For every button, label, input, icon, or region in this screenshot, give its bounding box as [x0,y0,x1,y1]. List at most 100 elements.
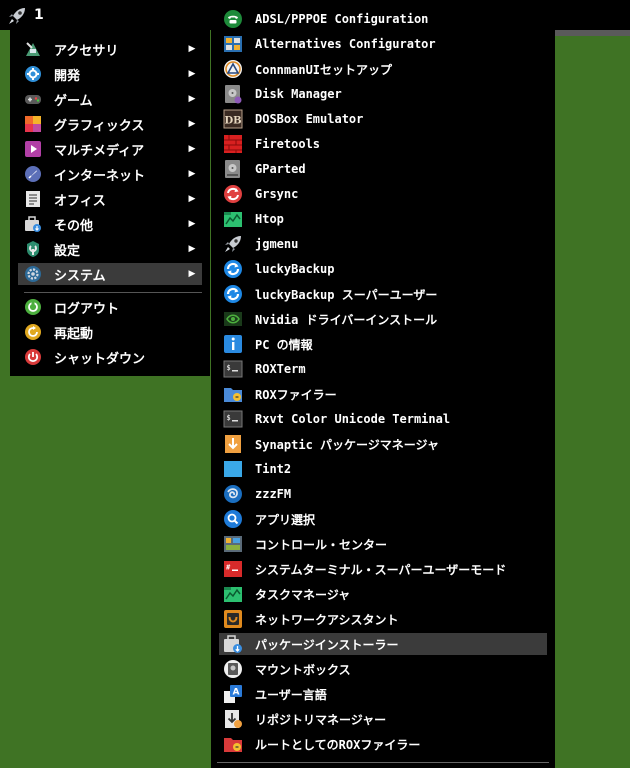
submenu-item-root-terminal[interactable]: # システムターミナル・スーパーユーザーモード [219,558,547,580]
submenu-item-tint2[interactable]: Tint2 [219,458,547,480]
submenu-item-dosbox[interactable]: DB DOSBox Emulator [219,108,547,130]
submenu-item-task-manager[interactable]: タスクマネージャ [219,583,547,605]
menu-item-accessories[interactable]: アクセサリ ▶ [18,38,202,60]
submenu-item-mountbox[interactable]: マウントボックス [219,658,547,680]
submenu-item-label: リポジトリマネージャー [255,712,387,727]
menu-item-label: オフィス [54,193,106,209]
system-icon [24,265,42,283]
submenu-item-label: アプリ選択 [255,512,316,527]
menu-item-multimedia[interactable]: マルチメディア ▶ [18,138,202,160]
menu-item-office[interactable]: オフィス ▶ [18,188,202,210]
submenu-arrow-icon: ▶ [188,194,196,204]
submenu-item-label: zzzFM [255,487,292,501]
submenu-item-roxterm[interactable]: $ ROXTerm [219,358,547,380]
submenu-arrow-icon: ▶ [188,244,196,254]
submenu-item-label: ネットワークアシスタント [255,612,399,627]
submenu-item-luckybackup-super[interactable]: luckyBackup スーパーユーザー [219,283,547,305]
submenu-item-firetools[interactable]: Firetools [219,133,547,155]
submenu-item-label: ルートとしてのROXファイラー [255,737,421,752]
submenu-item-rxvt[interactable]: $ Rxvt Color Unicode Terminal [219,408,547,430]
menu-item-settings[interactable]: 設定 ▶ [18,238,202,260]
submenu-item-label: DOSBox Emulator [255,112,364,126]
submenu-item-disk-manager[interactable]: Disk Manager [219,83,547,105]
connman-icon [223,59,243,79]
submenu-item-jgmenu[interactable]: jgmenu [219,233,547,255]
menu-item-development[interactable]: 開発 ▶ [18,63,202,85]
reboot-icon [24,323,42,341]
rox-filer-icon [223,384,243,404]
submenu-arrow-icon: ▶ [188,119,196,129]
submenu-item-label: Nvidia ドライバーインストール [255,312,438,327]
submenu-arrow-icon: ▶ [188,144,196,154]
shutdown-icon [24,348,42,366]
submenu-item-label: jgmenu [255,237,299,251]
submenu-item-adsl-pppoe[interactable]: ADSL/PPPOE Configuration [219,8,547,30]
submenu-item-label: PC の情報 [255,337,313,352]
submenu-item-label: ConnmanUIセットアップ [255,62,393,77]
submenu-item-gparted[interactable]: GParted [219,158,547,180]
submenu-item-user-language[interactable]: A ユーザー言語 [219,683,547,705]
submenu-item-label: Firetools [255,137,321,151]
submenu-item-label: Synaptic パッケージマネージャ [255,437,439,452]
workspace-number[interactable]: 1 [34,5,44,25]
submenu-arrow-icon: ▶ [188,44,196,54]
submenu-item-label: ADSL/PPPOE Configuration [255,12,429,26]
gamepad-icon [24,90,42,108]
menu-item-graphics[interactable]: グラフィックス ▶ [18,113,202,135]
menu-item-label: ログアウト [54,301,120,317]
svg-text:$: $ [227,414,231,422]
rocket-icon [223,234,243,254]
task-manager-icon [223,584,243,604]
submenu-item-label: Rxvt Color Unicode Terminal [255,412,451,426]
menu-item-reboot[interactable]: 再起動 [18,321,202,343]
menu-item-internet[interactable]: インターネット ▶ [18,163,202,185]
submenu-item-synaptic[interactable]: Synaptic パッケージマネージャ [219,433,547,455]
svg-text:A: A [233,688,240,698]
app-select-icon [223,509,243,529]
menu-item-shutdown[interactable]: シャットダウン [18,346,202,368]
menu-item-label: システム [54,268,106,284]
menu-item-label: 開発 [54,68,81,84]
menu-item-other[interactable]: その他 ▶ [18,213,202,235]
submenu-item-rox-root[interactable]: ルートとしてのROXファイラー [219,733,547,755]
submenu-item-htop[interactable]: Htop [219,208,547,230]
settings-icon [24,240,42,258]
submenu-item-repo-manager[interactable]: リポジトリマネージャー [219,708,547,730]
menu-item-label: シャットダウン [54,351,146,367]
submenu-item-package-installer[interactable]: パッケージインストーラー [219,633,547,655]
menu-item-system[interactable]: システム ▶ [18,263,202,285]
submenu-item-label: GParted [255,162,306,176]
submenu-item-network-assistant[interactable]: ネットワークアシスタント [219,608,547,630]
submenu-item-label: Grsync [255,187,299,201]
system-submenu: ADSL/PPPOE Configuration Alternatives Co… [211,0,555,768]
submenu-arrow-icon: ▶ [188,69,196,79]
menu-item-logout[interactable]: ログアウト [18,296,202,318]
menu-item-games[interactable]: ゲーム ▶ [18,88,202,110]
mountbox-icon [223,659,243,679]
menu-item-label: 設定 [54,243,81,259]
grsync-icon [223,184,243,204]
submenu-item-rox-filer[interactable]: ROXファイラー [219,383,547,405]
submenu-item-label: Disk Manager [255,87,342,101]
luckybackup-super-icon [223,284,243,304]
submenu-item-control-center[interactable]: コントロール・センター [219,533,547,555]
submenu-item-luckybackup[interactable]: luckyBackup [219,258,547,280]
submenu-item-nvidia[interactable]: Nvidia ドライバーインストール [219,308,547,330]
submenu-item-label: luckyBackup [255,262,335,276]
submenu-item-grsync[interactable]: Grsync [219,183,547,205]
menu-separator [24,292,202,293]
menu-item-label: グラフィックス [54,118,145,134]
submenu-item-pc-info[interactable]: PC の情報 [219,333,547,355]
submenu-item-connman[interactable]: ConnmanUIセットアップ [219,58,547,80]
submenu-item-app-select[interactable]: アプリ選択 [219,508,547,530]
other-icon [24,215,42,233]
svg-text:DB: DB [224,116,241,127]
menu-item-label: インターネット [54,168,146,184]
submenu-item-zzzfm[interactable]: zzzFM [219,483,547,505]
main-menu: アクセサリ ▶ 開発 ▶ ゲーム ▶ グラフィックス ▶ マルチメディア ▶ イ [10,30,210,376]
submenu-item-alternatives[interactable]: Alternatives Configurator [219,33,547,55]
menu-item-label: マルチメディア [54,143,145,159]
multimedia-icon [24,140,42,158]
firetools-icon [223,134,243,154]
rocket-icon[interactable] [6,5,28,27]
